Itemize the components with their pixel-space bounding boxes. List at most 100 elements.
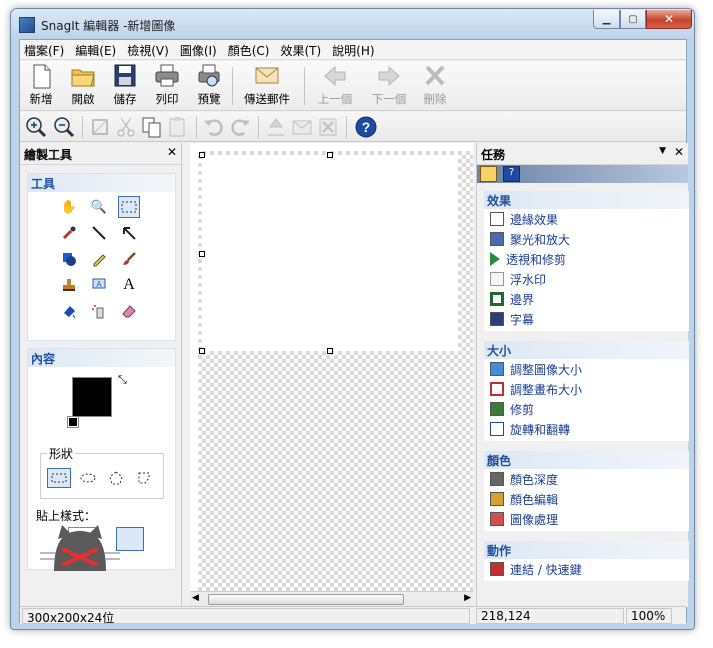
menu-color[interactable]: 顏色(C) — [224, 40, 277, 59]
image-content[interactable] — [202, 155, 458, 351]
copy-icon[interactable] — [140, 115, 164, 139]
perspective-icon — [490, 252, 500, 266]
new-button[interactable]: 新增 — [24, 63, 58, 107]
shape-ellipse-icon[interactable] — [77, 468, 99, 488]
dropdown-arrow-icon[interactable]: ▼ — [659, 146, 666, 156]
minimize-button[interactable]: ▁ — [593, 10, 620, 29]
resize-handle[interactable] — [199, 152, 205, 158]
previous-button[interactable]: 上一個 — [312, 63, 358, 107]
drawing-tools-header: 繪製工具 ✕ — [20, 143, 181, 165]
shape-fill-icon[interactable] — [58, 248, 80, 270]
menu-help[interactable]: 說明(H) — [328, 40, 381, 59]
task-rotate-flip[interactable]: 旋轉和翻轉 — [484, 419, 689, 439]
swap-colors-icon[interactable]: ⤡ — [118, 373, 127, 387]
help-icon[interactable]: ? — [503, 166, 520, 182]
watermark-icon — [490, 272, 504, 286]
scroll-left-icon[interactable]: ◀ — [192, 593, 199, 603]
printer-icon — [153, 63, 181, 89]
color-depth-icon — [490, 472, 504, 486]
open-button[interactable]: 開啟 — [66, 63, 100, 107]
resize-handle[interactable] — [199, 348, 205, 354]
redo-icon[interactable] — [228, 115, 252, 139]
task-perspective-shear[interactable]: 透視和修剪 — [484, 249, 689, 269]
snagit-app-icon[interactable] — [19, 17, 35, 33]
status-zoom: 100% — [626, 608, 672, 624]
task-link-shortcut[interactable]: 連結 / 快速鍵 — [484, 559, 689, 579]
print-button[interactable]: 列印 — [150, 63, 184, 107]
task-edge-effects[interactable]: 邊緣效果 — [484, 209, 689, 229]
mail-icon[interactable] — [290, 115, 314, 139]
selection-rectangle-icon[interactable] — [118, 196, 140, 218]
task-image-processing[interactable]: 圖像處理 — [484, 509, 689, 529]
shape-polygon-icon[interactable] — [105, 468, 127, 488]
minimize-icon: ▁ — [602, 13, 611, 25]
menu-file[interactable]: 檔案(F) — [20, 40, 71, 59]
help-icon[interactable]: ? — [354, 115, 378, 139]
paste-icon[interactable] — [166, 115, 190, 139]
fill-bucket-icon[interactable] — [58, 300, 80, 322]
resize-handle[interactable] — [327, 152, 333, 158]
clear-icon[interactable] — [316, 115, 340, 139]
horizontal-scrollbar[interactable]: ◀ ▶ — [190, 591, 473, 607]
default-colors-icon[interactable] — [67, 416, 79, 428]
undo-icon[interactable] — [202, 115, 226, 139]
zoom-magnifier-icon[interactable]: 🔍 — [88, 196, 110, 218]
send-mail-button[interactable]: 傳送郵件 — [238, 63, 296, 107]
properties-section: 內容 ⤡ 形狀 貼上樣式： — [27, 348, 176, 571]
menu-edit[interactable]: 編輯(E) — [71, 40, 123, 59]
callout-icon[interactable]: A — [88, 274, 110, 296]
task-resize-image[interactable]: 調整圖像大小 — [484, 359, 689, 379]
task-color-depth[interactable]: 顏色深度 — [484, 469, 689, 489]
close-window-button[interactable]: ✕ — [646, 10, 692, 29]
task-color-edit[interactable]: 顏色編輯 — [484, 489, 689, 509]
shape-freehand-icon[interactable] — [133, 468, 155, 488]
arrow-tool-icon[interactable] — [118, 222, 140, 244]
task-spotlight-magnify[interactable]: 聚光和放大 — [484, 229, 689, 249]
resize-handle[interactable] — [199, 251, 205, 257]
scroll-thumb[interactable] — [208, 594, 404, 605]
menu-view[interactable]: 檢視(V) — [123, 40, 176, 59]
delete-button[interactable]: 刪除 — [418, 63, 452, 107]
menu-image[interactable]: 圖像(I) — [176, 40, 224, 59]
close-panel-icon[interactable]: ✕ — [167, 145, 177, 159]
save-button[interactable]: 儲存 — [108, 63, 142, 107]
image-canvas-area[interactable]: ◀ ▶ — [190, 143, 473, 607]
action-header: 動作 — [484, 541, 689, 559]
eyedropper-icon[interactable] — [58, 222, 80, 244]
task-border[interactable]: 邊界 — [484, 289, 689, 309]
next-button[interactable]: 下一個 — [366, 63, 412, 107]
task-caption[interactable]: 字幕 — [484, 309, 689, 329]
menu-effects[interactable]: 效果(T) — [276, 40, 328, 59]
crop-icon[interactable] — [88, 115, 112, 139]
upload-icon[interactable] — [264, 115, 288, 139]
menu-bar: 檔案(F) 編輯(E) 檢視(V) 圖像(I) 顏色(C) 效果(T) 說明(H… — [20, 40, 686, 60]
scissors-cut-icon[interactable] — [114, 115, 138, 139]
resize-handle[interactable] — [327, 348, 333, 354]
stamp-icon[interactable] — [58, 274, 80, 296]
close-panel-icon[interactable]: ✕ — [674, 145, 684, 159]
fill-color-swatch[interactable] — [72, 377, 112, 417]
spray-can-icon[interactable] — [88, 300, 110, 322]
tasks-header: 任務 ▼ ✕ — [477, 143, 688, 165]
title-bar[interactable]: SnagIt 編輯器 -新增圖像 ▁ ▢ ✕ — [11, 9, 694, 39]
svg-text:A: A — [96, 280, 102, 289]
zoom-in-icon[interactable] — [24, 115, 48, 139]
task-watermark[interactable]: 浮水印 — [484, 269, 689, 289]
task-resize-canvas[interactable]: 調整畫布大小 — [484, 379, 689, 399]
shape-rectangle-icon[interactable] — [47, 468, 71, 488]
home-icon[interactable] — [480, 166, 497, 182]
zoom-out-icon[interactable] — [52, 115, 76, 139]
paste-transparent-icon[interactable] — [116, 527, 144, 551]
text-tool-icon[interactable]: A — [118, 274, 140, 296]
print-preview-button[interactable]: 預覽 — [192, 63, 226, 107]
scroll-right-icon[interactable]: ▶ — [464, 593, 471, 603]
task-trim[interactable]: 修剪 — [484, 399, 689, 419]
hand-pan-icon[interactable]: ✋ — [58, 196, 80, 218]
eraser-icon[interactable] — [118, 300, 140, 322]
shape-label: 形狀 — [47, 445, 76, 462]
line-tool-icon[interactable] — [88, 222, 110, 244]
shape-group: 形狀 — [40, 445, 164, 499]
paintbrush-icon[interactable] — [118, 248, 140, 270]
maximize-button[interactable]: ▢ — [620, 10, 646, 29]
highlighter-icon[interactable] — [88, 248, 110, 270]
